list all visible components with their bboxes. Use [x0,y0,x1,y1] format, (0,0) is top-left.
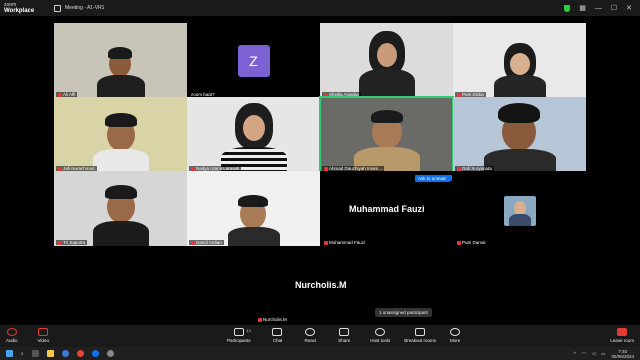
muted-mic-icon [457,240,461,245]
participant-name: Dandi Ardian [189,240,224,245]
participant-video [224,193,284,246]
grid-view-icon[interactable]: ▦ [579,4,586,12]
muted-mic-icon [191,240,195,245]
muted-mic-icon [324,240,328,245]
window-title: Meeting - A1-VR1 [65,5,105,11]
maximize-icon[interactable]: ☐ [611,4,617,12]
participant-video [219,101,289,172]
logo-line2: Workplace [4,8,35,14]
video-tile[interactable]: Z zoom baat? [187,23,320,98]
window-controls: ▦ — ☐ ✕ [564,4,640,12]
react-button[interactable]: React [304,325,316,343]
close-icon[interactable]: ✕ [626,4,632,12]
participant-name: Putri Damai [455,240,488,245]
participant-video [352,105,422,172]
muted-mic-icon [457,166,461,171]
video-button[interactable]: Video [38,325,49,343]
windows-start-icon[interactable] [6,350,13,357]
participant-video [89,109,153,172]
unmute-menu-icon[interactable] [446,175,452,181]
participant-count: 13 [246,328,251,333]
os-taskbar: ⌕ ^ ◠ ◁ ▭ 7:40 06/06/2024 [0,347,640,360]
muted-mic-icon [191,166,195,171]
clock[interactable]: 7:40 06/06/2024 [611,349,634,359]
chat-button[interactable]: Chat [272,325,283,343]
muted-mic-icon [258,317,262,322]
speaker-icon[interactable]: ◁ [592,351,595,357]
chevron-up-icon[interactable]: ^ [574,351,576,356]
security-shield-icon[interactable] [564,4,571,12]
participant-name: Muhammad Fauzi [322,240,367,245]
zoom-app-icon[interactable] [91,350,99,357]
video-tile[interactable]: Muhammad Fauzi Muhammad Fauzi [320,171,453,246]
task-view-icon[interactable] [31,350,39,357]
react-icon [305,328,316,336]
shield-icon[interactable] [54,4,61,12]
minimize-icon[interactable]: — [595,5,602,12]
more-button[interactable]: More [450,325,460,343]
more-icon [450,328,461,336]
avatar: Z [237,44,270,77]
bottom-speaker-name: Nurcholis.M [256,317,289,322]
app-icon[interactable] [106,350,114,357]
breakout-rooms-icon [415,328,426,336]
video-tile[interactable]: Ali Affi [54,23,187,98]
muted-mic-icon [324,92,328,97]
muted-mic-icon [457,92,461,97]
participants-icon: 13 [233,328,251,336]
breakout-rooms-button[interactable]: Breakout rooms [404,325,436,343]
leave-icon [617,328,628,336]
title-bar: zoom Workplace Meeting - A1-VR1 ▦ — ☐ ✕ [0,0,640,16]
participants-button[interactable]: 13 Participants [227,325,251,343]
share-button[interactable]: Share [338,325,350,343]
share-icon [339,328,350,336]
search-icon[interactable]: ⌕ [21,351,24,356]
participant-video [89,181,153,246]
participant-video [91,43,151,98]
host-tools-button[interactable]: Host tools [370,325,390,343]
participant-big-name: Muhammad Fauzi [349,204,425,214]
leave-room-button[interactable]: Leave room [610,325,634,343]
muted-mic-icon [58,166,62,171]
chrome-icon[interactable] [76,350,84,357]
video-tile[interactable]: Sheilla Anggita [320,23,453,98]
video-tile[interactable]: Nadya Utami Larasati [187,97,320,172]
edge-icon[interactable] [61,350,69,357]
muted-mic-icon [324,166,328,171]
video-tile[interactable]: Dandi Ardian [187,171,320,246]
shield-icon [375,328,386,336]
video-tile[interactable]: Putri Dicka [453,23,586,98]
profile-picture [504,196,536,226]
zoom-logo: zoom Workplace [0,2,40,14]
wifi-icon[interactable]: ◠ [582,351,586,357]
video-tile[interactable]: Dafi Suryanata [453,97,586,172]
participant-video [357,29,417,98]
active-speaker-tile[interactable]: Ahmad Dauzhiyah Imam... [319,96,454,173]
video-gallery: Ali Affi Z zoom baat? Sheilla Anggita Pu… [0,16,640,325]
video-tile[interactable]: Tri Saputra [54,171,187,246]
participant-video [482,101,558,172]
video-off-icon [38,328,49,336]
system-tray: ^ ◠ ◁ ▭ 7:40 06/06/2024 [574,349,640,359]
file-explorer-icon[interactable] [46,350,54,357]
participant-video [490,41,550,98]
clock-date: 06/06/2024 [611,353,634,359]
video-tile[interactable]: Jafi Nurachman [54,97,187,172]
meeting-toolbar: Audio Video 13 Participants Chat React S… [0,325,640,347]
chat-icon [272,328,283,336]
muted-mic-icon [58,240,62,245]
unassigned-tooltip: 1 unassigned participant [375,308,432,317]
mic-muted-icon [6,328,17,336]
bottom-speaker-big-name: Nurcholis.M [295,280,347,290]
battery-icon[interactable]: ▭ [601,351,605,357]
muted-mic-icon [58,92,62,97]
audio-button[interactable]: Audio [6,325,18,343]
participant-name: Tri Saputra [56,240,88,245]
ask-to-unmute-button[interactable]: Ask to unmute [415,175,450,182]
